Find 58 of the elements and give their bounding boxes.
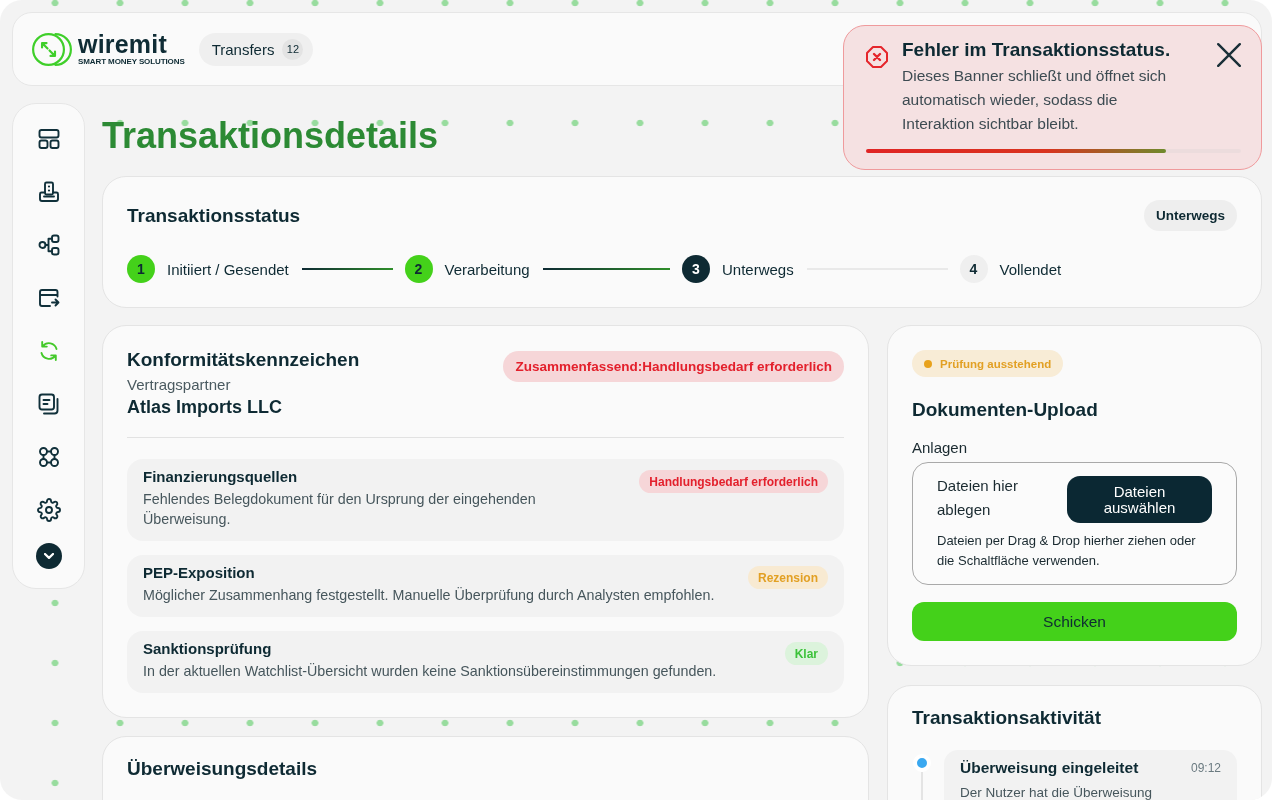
card-title: Transaktionsaktivität: [912, 706, 1103, 730]
status-tag: Handlungsbedarf erforderlich: [639, 470, 828, 493]
check-description: Möglicher Zusammenhang festgestellt. Manuelle Überprüfung durch Analysten empfohlen.: [143, 586, 715, 605]
brand-name: wiremit: [78, 31, 167, 57]
documents-icon: [36, 392, 61, 416]
device-icon: [36, 180, 61, 204]
step-number: 2: [404, 255, 433, 283]
status-dot-icon: [924, 359, 932, 368]
chevron-down-icon: [43, 553, 54, 559]
step-number: 3: [682, 255, 710, 283]
card-title: Konformitätskennzeichen: [127, 348, 360, 372]
four-circles-icon: [36, 445, 61, 469]
card-arrow-icon: [36, 286, 61, 310]
dropzone-hint: Dateien per Drag & Drop hierher ziehen oder die Schaltfläche verwenden.: [937, 532, 1197, 570]
step-label: Vollendet: [999, 260, 1062, 278]
nodes-icon: [36, 233, 61, 257]
check-description: Fehlendes Belegdokument für den Ursprung der eingehenden Überweisung.: [143, 490, 537, 529]
step-number: 1: [127, 255, 155, 283]
page-title: Transaktionsdetails: [102, 114, 439, 158]
counterparty-name: Atlas Imports LLC: [127, 396, 283, 419]
check-description: In der aktuellen Watchlist-Übersicht wurden keine Sanktionsübereinstimmungen gefunden.: [143, 662, 717, 681]
toast-title: Fehler im Transaktionsstatus.: [902, 38, 1172, 62]
step-number: 4: [959, 255, 988, 283]
status-tag: Klar: [784, 642, 828, 665]
settings-icon: [36, 498, 61, 522]
check-title: PEP-Exposition: [143, 563, 256, 583]
field-label: Anlagen: [912, 438, 969, 458]
choose-files-button[interactable]: Dateien auswählen: [1067, 476, 1212, 523]
counterparty-label: Vertragspartner: [127, 375, 232, 395]
logo-icon: [32, 32, 72, 66]
check-title: Sanktionsprüfung: [143, 639, 273, 659]
close-icon: [1217, 43, 1241, 67]
check-title: Finanzierungsquellen: [143, 467, 299, 487]
file-dropzone[interactable]: Dateien hier ablegen Dateien auswählen Dateien per Drag & Drop hierher ziehen oder die Schaltfläche verwenden.: [912, 462, 1237, 585]
step-label: Verarbeitung: [444, 260, 530, 278]
card-title: Dokumenten-Upload: [912, 398, 1099, 422]
dropzone-prompt: Dateien hier ablegen: [937, 476, 1019, 520]
card-title: Transaktionsstatus: [127, 203, 301, 228]
error-icon: [866, 46, 888, 68]
close-button[interactable]: [1217, 43, 1241, 67]
activity-time: 09:12: [1190, 761, 1221, 775]
card-title: Überweisungsdetails: [127, 757, 319, 781]
step-label: Unterwegs: [722, 260, 794, 278]
brand-tagline: SMART MONEY SOLUTIONS: [78, 56, 185, 67]
activity-description: Der Nutzer hat die Überweisung: [960, 784, 1154, 800]
summary-tag: Zusammenfassend:Handlungsbedarf erforderlich: [503, 351, 844, 382]
status-chip: Unterwegs: [1143, 200, 1237, 231]
count-badge: 12: [282, 38, 304, 60]
activity-title: Überweisung eingeleitet: [960, 758, 1139, 778]
timeline-dot-icon: [913, 754, 931, 772]
expand-button[interactable]: [35, 543, 62, 569]
status-tag: Prüfung ausstehend: [912, 350, 1064, 377]
submit-button[interactable]: Schicken: [912, 602, 1237, 641]
layout-icon: [36, 127, 61, 151]
transfers-tab[interactable]: Transfers 12: [198, 32, 314, 66]
toast-message: Dieses Banner schließt und öffnet sich automatisch wieder, sodass die Interaktion sichtbar bleibt.: [902, 66, 1168, 134]
step-label: Initiiert / Gesendet: [167, 260, 289, 278]
status-tag: Rezension: [748, 566, 828, 589]
